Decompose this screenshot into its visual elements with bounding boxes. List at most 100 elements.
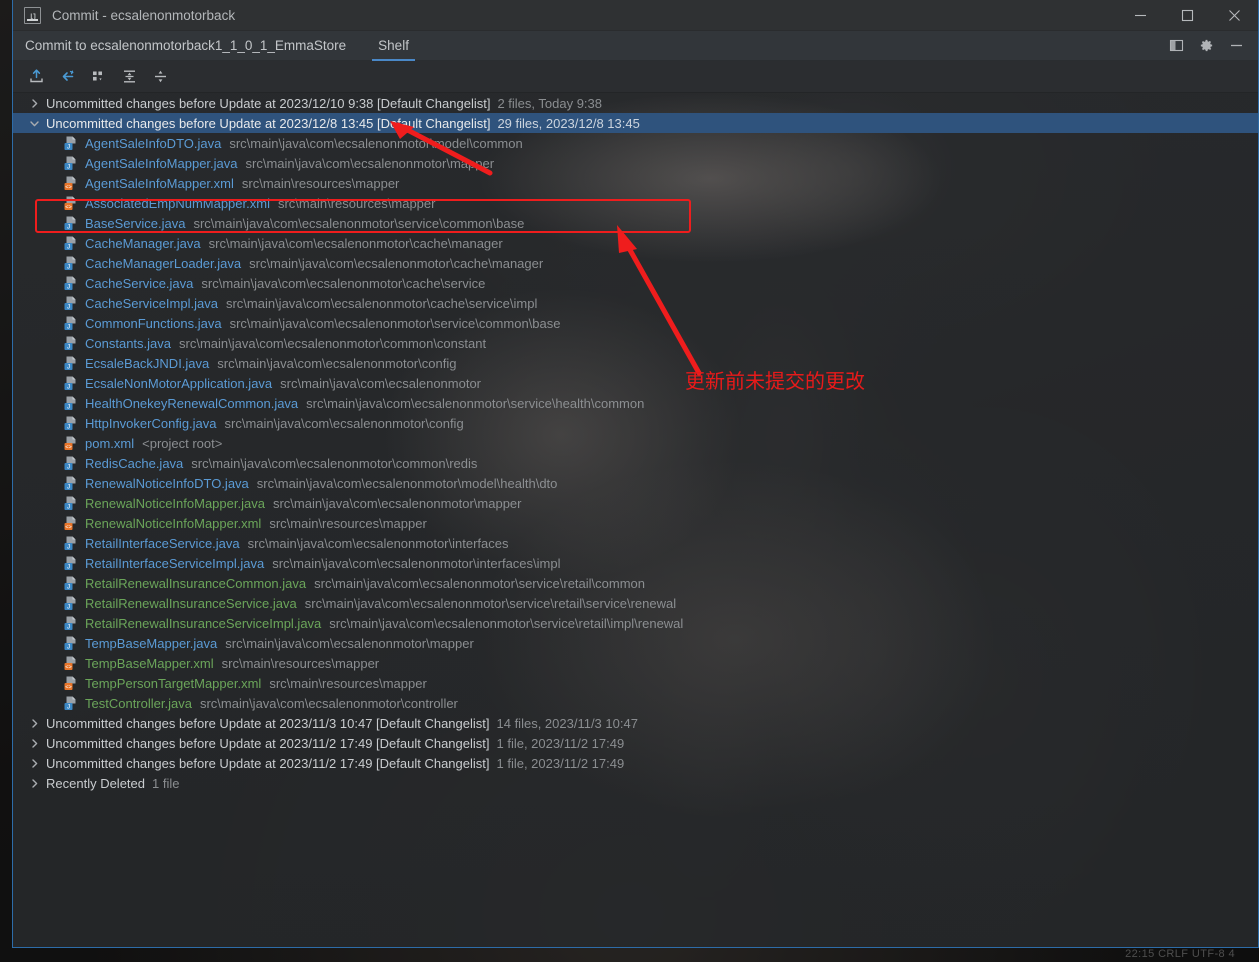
file-row[interactable]: J Constants.java src\main\java\com\ecsalen…	[13, 333, 1258, 353]
java-file-icon: J	[63, 535, 79, 551]
svg-text:J: J	[67, 284, 70, 291]
chevron-right-icon[interactable]	[27, 756, 41, 770]
file-row[interactable]: J AgentSaleInfoMapper.java src\main\java\c…	[13, 153, 1258, 173]
file-row[interactable]: J CacheManager.java src\main\java\com\ecsa…	[13, 233, 1258, 253]
svg-text:J: J	[67, 544, 70, 551]
file-name: TempPersonTargetMapper.xml	[85, 675, 262, 691]
file-row[interactable]: J AgentSaleInfoDTO.java src\main\java\com\…	[13, 133, 1258, 153]
file-name: AgentSaleInfoMapper.java	[85, 155, 238, 171]
java-file-icon: J	[63, 475, 79, 491]
file-row[interactable]: J BaseService.java src\main\java\com\ecsal…	[13, 213, 1258, 233]
file-path: src\main\java\com\ecsalenonmotor\cache\m…	[249, 255, 544, 271]
file-name: AssociatedEmpNumMapper.xml	[85, 195, 270, 211]
collapse-all-button[interactable]	[147, 65, 173, 89]
file-row[interactable]: J RetailRenewalInsuranceServiceImpl.java s…	[13, 613, 1258, 633]
file-row[interactable]: J RenewalNoticeInfoDTO.java src\main\java\…	[13, 473, 1258, 493]
file-row[interactable]: J RedisCache.java src\main\java\com\ecsale…	[13, 453, 1258, 473]
file-row[interactable]: J CacheManagerLoader.java src\main\java\co…	[13, 253, 1258, 273]
window-title-bar: IJ Commit - ecsalenonmotorback	[13, 0, 1258, 31]
changelist-row[interactable]: Recently Deleted 1 file	[13, 773, 1258, 793]
unshelve-button[interactable]	[54, 65, 80, 89]
changelist-meta: 1 file, 2023/11/2 17:49	[496, 755, 625, 771]
java-file-icon: J	[63, 215, 79, 231]
shelve-silently-button[interactable]	[23, 65, 49, 89]
file-row[interactable]: J CacheService.java src\main\java\com\ecsa…	[13, 273, 1258, 293]
svg-text:J: J	[67, 384, 70, 391]
java-file-icon: J	[63, 495, 79, 511]
chevron-down-icon[interactable]	[27, 116, 41, 130]
file-row[interactable]: J RetailRenewalInsuranceService.java src\m…	[13, 593, 1258, 613]
file-row[interactable]: <> AssociatedEmpNumMapper.xml src\main\res…	[13, 193, 1258, 213]
tool-window-tab-row: Commit to ecsalenonmotorback1_1_0_1_Emma…	[13, 31, 1258, 61]
file-row[interactable]: J EcsaleBackJNDI.java src\main\java\com\ec…	[13, 353, 1258, 373]
file-path: src\main\resources\mapper	[221, 655, 380, 671]
file-row[interactable]: J HttpInvokerConfig.java src\main\java\com…	[13, 413, 1258, 433]
changelist-row[interactable]: Uncommitted changes before Update at 202…	[13, 733, 1258, 753]
gear-icon[interactable]	[1198, 38, 1214, 54]
file-row[interactable]: <> TempBaseMapper.xml src\main\resources\m…	[13, 653, 1258, 673]
file-row[interactable]: <> pom.xml <project root>	[13, 433, 1258, 453]
changelist-row[interactable]: Uncommitted changes before Update at 202…	[13, 93, 1258, 113]
java-file-icon: J	[63, 595, 79, 611]
expand-all-button[interactable]	[116, 65, 142, 89]
layout-settings-icon[interactable]	[1168, 38, 1184, 54]
svg-text:J: J	[67, 404, 70, 411]
file-row[interactable]: <> AgentSaleInfoMapper.xml src\main\resour…	[13, 173, 1258, 193]
svg-text:J: J	[67, 144, 70, 151]
file-row[interactable]: J CommonFunctions.java src\main\java\com\e…	[13, 313, 1258, 333]
changelist-meta: 1 file, 2023/11/2 17:49	[496, 735, 625, 751]
intellij-logo-icon: IJ	[24, 6, 41, 24]
file-row[interactable]: J HealthOnekeyRenewalCommon.java src\main\…	[13, 393, 1258, 413]
file-name: RetailInterfaceService.java	[85, 535, 240, 551]
svg-text:J: J	[67, 224, 70, 231]
svg-text:J: J	[67, 564, 70, 571]
changelist-meta: 1 file	[152, 775, 180, 791]
close-button[interactable]	[1211, 0, 1258, 31]
java-file-icon: J	[63, 255, 79, 271]
tree-rows: Uncommitted changes before Update at 202…	[13, 93, 1258, 793]
file-row[interactable]: J TestController.java src\main\java\com\ec…	[13, 693, 1258, 713]
file-row[interactable]: J TempBaseMapper.java src\main\java\com\ec…	[13, 633, 1258, 653]
changelist-row[interactable]: Uncommitted changes before Update at 202…	[13, 113, 1258, 133]
file-name: BaseService.java	[85, 215, 186, 231]
file-row[interactable]: J RetailInterfaceService.java src\main\jav…	[13, 533, 1258, 553]
file-path: src\main\resources\mapper	[269, 675, 427, 691]
changelist-meta: 14 files, 2023/11/3 10:47	[496, 715, 638, 731]
file-name: TestController.java	[85, 695, 192, 711]
file-row[interactable]: <> RenewalNoticeInfoMapper.xml src\main\re…	[13, 513, 1258, 533]
file-row[interactable]: J CacheServiceImpl.java src\main\java\com\…	[13, 293, 1258, 313]
file-row[interactable]: J EcsaleNonMotorApplication.java src\main\…	[13, 373, 1258, 393]
java-file-icon: J	[63, 155, 79, 171]
changelist-title: Uncommitted changes before Update at 202…	[46, 95, 491, 111]
file-name: RenewalNoticeInfoMapper.java	[85, 495, 265, 511]
changelist-row[interactable]: Uncommitted changes before Update at 202…	[13, 713, 1258, 733]
file-path: <project root>	[142, 435, 223, 451]
tab-shelf[interactable]: Shelf	[372, 31, 415, 61]
java-file-icon: J	[63, 355, 79, 371]
changelist-title: Recently Deleted	[46, 775, 145, 791]
file-name: CacheServiceImpl.java	[85, 295, 218, 311]
java-file-icon: J	[63, 315, 79, 331]
svg-text:J: J	[67, 164, 70, 171]
chevron-right-icon[interactable]	[27, 96, 41, 110]
changes-tree[interactable]: Uncommitted changes before Update at 202…	[13, 93, 1258, 947]
file-name: CacheManager.java	[85, 235, 201, 251]
file-row[interactable]: J RetailRenewalInsuranceCommon.java src\ma…	[13, 573, 1258, 593]
file-path: src\main\java\com\ecsalenonmotor\service…	[329, 615, 684, 631]
hide-icon[interactable]	[1228, 38, 1244, 54]
chevron-right-icon[interactable]	[27, 776, 41, 790]
maximize-button[interactable]	[1164, 0, 1211, 31]
file-name: pom.xml	[85, 435, 135, 451]
java-file-icon: J	[63, 555, 79, 571]
minimize-button[interactable]	[1117, 0, 1164, 31]
file-row[interactable]: J RenewalNoticeInfoMapper.java src\main\ja…	[13, 493, 1258, 513]
java-file-icon: J	[63, 335, 79, 351]
chevron-right-icon[interactable]	[27, 716, 41, 730]
file-row[interactable]: J RetailInterfaceServiceImpl.java src\main…	[13, 553, 1258, 573]
file-row[interactable]: <> TempPersonTargetMapper.xml src\main\res…	[13, 673, 1258, 693]
chevron-right-icon[interactable]	[27, 736, 41, 750]
file-path: src\main\java\com\ecsalenonmotor\service…	[304, 595, 677, 611]
group-by-button[interactable]	[85, 65, 111, 89]
changelist-row[interactable]: Uncommitted changes before Update at 202…	[13, 753, 1258, 773]
file-name: AgentSaleInfoMapper.xml	[85, 175, 234, 191]
